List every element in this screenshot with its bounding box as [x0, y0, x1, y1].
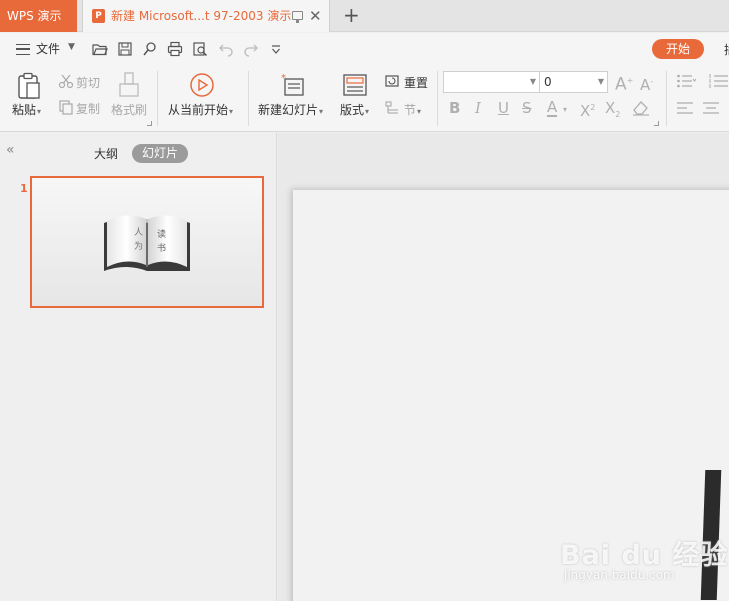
font-size-select[interactable]: 0 ▼ — [539, 71, 608, 93]
font-color-dropdown-icon[interactable]: ▾ — [563, 101, 567, 119]
collapse-panel-icon[interactable]: « — [6, 143, 15, 157]
monitor-icon[interactable] — [292, 11, 303, 23]
play-from-current-label: 从当前开始 — [168, 103, 229, 117]
decrease-font-size-icon[interactable]: A- — [640, 73, 653, 94]
ribbon-separator — [437, 71, 438, 126]
redo-icon[interactable] — [243, 41, 259, 57]
insert-tab[interactable]: 插 — [724, 41, 729, 58]
undo-icon[interactable] — [218, 41, 234, 57]
reset-button[interactable]: 重置 — [404, 74, 428, 91]
increase-font-size-icon[interactable]: A+ — [615, 72, 633, 94]
new-slide-icon[interactable]: * — [280, 72, 306, 98]
subscript-icon[interactable]: X2 — [605, 99, 620, 124]
format-painter-icon[interactable] — [118, 72, 140, 98]
play-from-current-button[interactable]: 从当前开始▾ — [168, 101, 233, 118]
section-button[interactable]: 节▾ — [404, 101, 421, 118]
bold-icon[interactable]: B — [449, 99, 460, 117]
scissors-icon[interactable] — [58, 73, 74, 89]
document-tab-title: 新建 Microsoft...t 97-2003 演示 — [111, 9, 292, 23]
align-center-icon[interactable] — [702, 101, 720, 115]
watermark-main: Bai du 经验 — [560, 540, 729, 571]
find-icon[interactable] — [142, 41, 158, 57]
new-slide-button[interactable]: 新建幻灯片▾ — [258, 101, 323, 118]
layout-button[interactable]: 版式▾ — [340, 101, 369, 118]
italic-icon[interactable]: I — [475, 99, 481, 117]
new-slide-label: 新建幻灯片 — [258, 103, 319, 117]
book-char-4: 为 — [134, 240, 143, 252]
chevron-down-icon[interactable]: ▼ — [68, 42, 75, 52]
clipboard-dialog-launcher-icon[interactable] — [147, 121, 152, 126]
print-icon[interactable] — [167, 41, 183, 57]
open-book-image: 读 书 人 为 — [104, 215, 190, 271]
slides-panel: « 大纲 幻灯片 1 读 书 人 为 — [0, 133, 277, 601]
ribbon-separator — [248, 71, 249, 126]
book-char-1: 读 — [157, 228, 166, 240]
print-preview-icon[interactable] — [192, 41, 208, 57]
ribbon: 粘贴▾ 剪切 复制 格式刷 从当前开始▾ * 新建幻灯片▾ 版式▾ 重置 节▾ … — [0, 65, 729, 132]
tab-outline[interactable]: 大纲 — [94, 145, 118, 162]
cut-button[interactable]: 剪切 — [76, 74, 100, 91]
section-label: 节 — [404, 103, 417, 117]
ribbon-separator — [666, 71, 667, 126]
paste-label: 粘贴 — [12, 103, 37, 117]
slide-number: 1 — [20, 182, 28, 195]
book-char-2: 书 — [157, 243, 166, 254]
font-color-icon[interactable]: A — [547, 99, 558, 117]
watermark-url: jingyan.baidu.com — [564, 568, 675, 582]
menu-bar: 文件 ▼ 开始 插 — [0, 33, 729, 65]
copy-icon[interactable] — [58, 99, 74, 115]
layout-label: 版式 — [340, 103, 365, 117]
save-icon[interactable] — [117, 41, 133, 57]
copy-button[interactable]: 复制 — [76, 100, 100, 117]
ribbon-separator — [157, 71, 158, 126]
superscript-icon[interactable]: X2 — [580, 99, 595, 120]
reset-icon[interactable] — [384, 73, 400, 89]
customize-toolbar-icon[interactable] — [268, 41, 284, 57]
layout-icon[interactable] — [342, 73, 368, 97]
app-tab[interactable]: WPS 演示 — [0, 0, 77, 32]
hamburger-menu-icon[interactable] — [16, 44, 30, 55]
book-char-3: 人 — [134, 227, 143, 238]
file-menu[interactable]: 文件 — [36, 33, 60, 65]
font-dialog-launcher-icon[interactable] — [654, 121, 659, 126]
start-tab[interactable]: 开始 — [652, 39, 704, 59]
paste-button[interactable]: 粘贴▾ — [12, 101, 41, 118]
document-tab[interactable]: P 新建 Microsoft...t 97-2003 演示 ✕ — [82, 0, 330, 32]
slide-thumbnail[interactable]: 读 书 人 为 — [30, 176, 264, 308]
tab-bar: WPS 演示 P 新建 Microsoft...t 97-2003 演示 ✕ + — [0, 0, 729, 32]
strikethrough-icon[interactable]: S — [522, 99, 532, 117]
align-left-icon[interactable] — [676, 101, 694, 115]
new-tab-icon[interactable]: + — [343, 3, 360, 27]
bullet-list-icon[interactable] — [676, 73, 696, 89]
tab-slides[interactable]: 幻灯片 — [132, 144, 188, 163]
play-icon[interactable] — [189, 72, 215, 98]
close-icon[interactable]: ✕ — [309, 6, 322, 26]
open-folder-icon[interactable] — [92, 41, 108, 57]
font-family-select[interactable]: ▼ — [443, 71, 540, 93]
clear-formatting-icon[interactable] — [632, 100, 650, 116]
underline-icon[interactable]: U — [498, 99, 509, 117]
numbered-list-icon[interactable] — [708, 73, 728, 89]
font-size-value: 0 — [544, 75, 552, 89]
presentation-file-icon: P — [92, 9, 105, 23]
section-icon[interactable] — [384, 100, 400, 116]
svg-text:*: * — [281, 73, 286, 84]
format-painter-button[interactable]: 格式刷 — [111, 101, 147, 118]
paste-icon[interactable] — [16, 72, 42, 100]
baidu-watermark: Bai du 经验 jingyan.baidu.com — [558, 520, 728, 590]
